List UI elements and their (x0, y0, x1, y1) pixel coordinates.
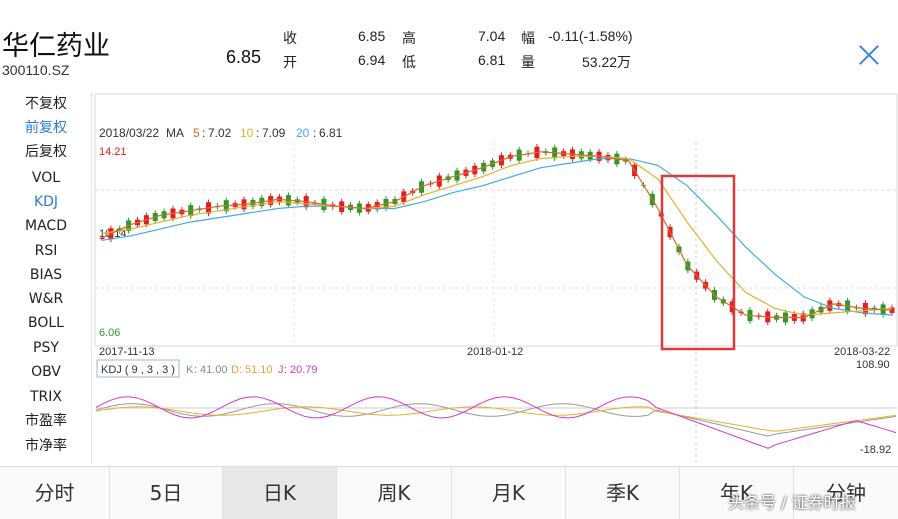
x-label-end: 2018-03-22 (834, 346, 890, 358)
sidebar-item-forward-adjust[interactable]: 前复权 (0, 116, 92, 140)
close-icon[interactable] (854, 40, 884, 70)
quote-label-low: 低 (402, 54, 416, 70)
sidebar-item-backward-adjust[interactable]: 后复权 (0, 140, 92, 164)
kdj-top-label: 108.90 (856, 359, 890, 371)
kdj-j-key: J (278, 364, 284, 376)
tab-quarterly-k[interactable]: 季K (566, 467, 680, 519)
kdj-d-key: D (231, 364, 239, 376)
sidebar-item-bias[interactable]: BIAS (0, 263, 92, 287)
ma10-value: 7.09 (262, 126, 286, 140)
quote-value-volume: 53.22万 (582, 54, 632, 70)
kdj-d-value: 51.10 (245, 364, 273, 376)
sidebar-item-psy[interactable]: PSY (0, 336, 92, 360)
kdj-k-key: K (186, 364, 194, 376)
kdj-name: KDJ ( 9 , 3 , 3 ) (101, 364, 175, 376)
y-label-bottom: 6.06 (99, 327, 120, 339)
current-price: 6.85 (226, 47, 262, 67)
quote-header: 华仁药业 300110.SZ 6.85 收 6.85 开 6.94 高 7.04… (0, 0, 898, 90)
kdj-j-value: 20.79 (290, 364, 318, 376)
x-label-mid: 2018-01-12 (467, 346, 523, 358)
tab-5day[interactable]: 5日 (110, 467, 223, 519)
kdj-j-sep: : (284, 364, 287, 376)
y-label-top: 14.21 (99, 146, 127, 158)
watermark: 头条号 / 证券时报 (728, 493, 856, 512)
x-label-start: 2017-11-13 (99, 346, 154, 358)
ma20-sep: : (313, 126, 316, 140)
kdj-bottom-label: -18.92 (860, 444, 891, 456)
tab-daily-k[interactable]: 日K (223, 467, 337, 519)
ma-label: MA (166, 126, 184, 140)
sidebar-item-pb[interactable]: 市净率 (0, 434, 92, 458)
sidebar-item-wr[interactable]: W&R (0, 287, 92, 311)
kdj-d-sep: : (239, 364, 242, 376)
quote-label-close: 收 (283, 30, 297, 46)
tab-monthly-k[interactable]: 月K (452, 467, 566, 519)
ma5-key: 5 (193, 126, 200, 140)
quote-value-close: 6.85 (358, 28, 386, 44)
kline-chart[interactable]: 2018/03/22 MA 5 : 7.02 10 : 7.09 20 : 6.… (94, 92, 898, 464)
stock-code: 300110.SZ (2, 62, 70, 78)
quote-label-volume: 量 (521, 54, 535, 70)
ma10-key: 10 (240, 126, 254, 140)
sidebar-item-rsi[interactable]: RSI (0, 239, 92, 263)
ma10-sep: : (256, 126, 259, 140)
ma5-value: 7.02 (208, 126, 232, 140)
sidebar-item-kdj[interactable]: KDJ (0, 190, 92, 214)
quote-label-change: 幅 (521, 30, 535, 46)
sidebar-item-macd[interactable]: MACD (0, 214, 92, 238)
ma5-sep: : (202, 126, 205, 140)
kdj-j-line (95, 396, 897, 449)
stock-name: 华仁药业 (2, 31, 110, 62)
quote-value-low: 6.81 (478, 52, 506, 68)
quote-value-open: 6.94 (358, 52, 386, 68)
quote-value-high: 7.04 (478, 28, 506, 44)
quote-label-open: 开 (283, 54, 297, 70)
sidebar-item-obv[interactable]: OBV (0, 360, 92, 384)
tab-weekly-k[interactable]: 周K (337, 467, 452, 519)
ma-date: 2018/03/22 (99, 126, 159, 140)
kdj-k-value: 41.00 (200, 364, 228, 376)
sidebar-item-vol[interactable]: VOL (0, 166, 92, 190)
kdj-k-sep: : (194, 364, 197, 376)
indicator-sidebar: 不复权 前复权 后复权 VOL KDJ MACD RSI BIAS W&R BO… (0, 92, 92, 464)
candle-body (99, 238, 105, 240)
quote-label-high: 高 (402, 30, 416, 46)
tab-intraday[interactable]: 分时 (0, 467, 110, 519)
ma20-key: 20 (296, 126, 310, 140)
sidebar-item-boll[interactable]: BOLL (0, 311, 92, 335)
sidebar-item-no-adjust[interactable]: 不复权 (0, 92, 92, 116)
sidebar-item-trix[interactable]: TRIX (0, 385, 92, 409)
sidebar-item-pe[interactable]: 市盈率 (0, 409, 92, 433)
quote-value-change: -0.11(-1.58%) (548, 28, 633, 44)
ma20-value: 6.81 (319, 126, 343, 140)
